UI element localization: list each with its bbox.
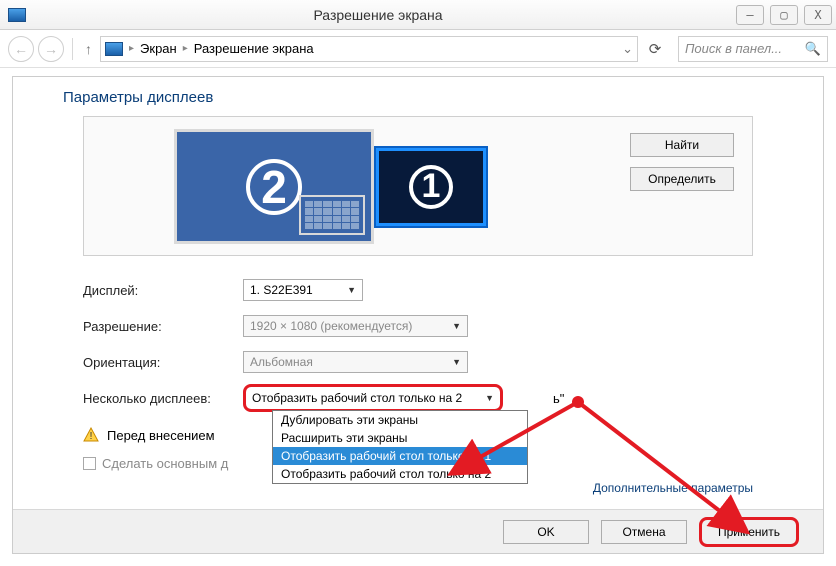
cancel-button[interactable]: Отмена [601,520,687,544]
back-button[interactable]: ← [8,36,34,62]
orientation-label: Ориентация: [83,355,233,370]
advanced-settings-link[interactable]: Дополнительные параметры [593,481,753,495]
refresh-button[interactable]: ⟳ [642,36,668,62]
truncated-text: ь" [553,391,564,406]
up-button[interactable]: ↑ [81,41,96,57]
breadcrumb-item-screen[interactable]: Экран [140,41,177,56]
nav-bar: ← → ↑ ▸ Экран ▸ Разрешение экрана ⌄ ⟳ По… [0,30,836,68]
breadcrumb-item-resolution[interactable]: Разрешение экрана [194,41,314,56]
chevron-down-icon: ▼ [452,357,461,367]
find-button[interactable]: Найти [630,133,734,157]
app-icon [8,8,26,22]
orientation-combo[interactable]: Альбомная ▼ [243,351,468,373]
dropdown-option-only1[interactable]: Отобразить рабочий стол только на 1 [273,447,527,465]
multi-display-combo[interactable]: Отобразить рабочий стол только на 2 ▼ [243,384,503,412]
resolution-label: Разрешение: [83,319,233,334]
forward-button[interactable]: → [38,36,64,62]
apply-button[interactable]: Применить [699,517,799,547]
monitor-2-number: 2 [246,159,302,215]
chevron-down-icon[interactable]: ⌄ [622,41,633,57]
orientation-value: Альбомная [250,355,313,369]
maximize-button[interactable]: ▢ [770,5,798,25]
dialog-footer: OK Отмена Применить [13,509,823,553]
make-primary-checkbox[interactable] [83,457,96,470]
multi-display-value: Отобразить рабочий стол только на 2 [252,391,462,405]
monitor-2[interactable]: 2 [174,129,374,244]
breadcrumb[interactable]: ▸ Экран ▸ Разрешение экрана ⌄ [100,36,638,62]
display-label: Дисплей: [83,283,233,298]
page-title: Параметры дисплеев [13,77,823,116]
search-icon: 🔍 [805,41,821,57]
display-preview: 2 1 Найти Определить [83,116,753,256]
chevron-down-icon: ▼ [452,321,461,331]
resolution-value: 1920 × 1080 (рекомендуется) [250,319,412,333]
dropdown-option-extend[interactable]: Расширить эти экраны [273,429,527,447]
settings-form: Дисплей: 1. S22E391 ▼ Разрешение: 1920 ×… [13,272,823,476]
chevron-right-icon: ▸ [183,43,188,54]
breadcrumb-icon [105,42,123,56]
search-placeholder: Поиск в панел... [685,41,782,56]
monitor-1[interactable]: 1 [376,148,486,226]
display-combo[interactable]: 1. S22E391 ▼ [243,279,363,301]
monitor-1-number: 1 [409,165,453,209]
minimize-button[interactable]: — [736,5,764,25]
multi-display-dropdown: Дублировать эти экраны Расширить эти экр… [272,410,528,484]
chevron-down-icon: ▼ [485,393,494,403]
title-bar: Разрешение экрана — ▢ X [0,0,836,30]
close-button[interactable]: X [804,5,832,25]
search-input[interactable]: Поиск в панел... 🔍 [678,36,828,62]
chevron-right-icon: ▸ [129,43,134,54]
chevron-down-icon: ▼ [347,285,356,295]
multi-display-label: Несколько дисплеев: [83,391,233,406]
taskbar-icon [299,195,365,235]
dropdown-option-duplicate[interactable]: Дублировать эти экраны [273,411,527,429]
warning-icon: ! [83,427,99,443]
nav-separator [72,38,73,60]
dropdown-option-only2[interactable]: Отобразить рабочий стол только на 2 [273,465,527,483]
identify-button[interactable]: Определить [630,167,734,191]
content-panel: Параметры дисплеев 2 1 Найти Определить [12,76,824,554]
warning-text: Перед внесением [107,428,215,443]
svg-text:!: ! [90,431,93,442]
display-value: 1. S22E391 [250,283,313,297]
ok-button[interactable]: OK [503,520,589,544]
window-title: Разрешение экрана [26,7,730,23]
make-primary-label: Сделать основным д [102,456,228,471]
resolution-combo[interactable]: 1920 × 1080 (рекомендуется) ▼ [243,315,468,337]
